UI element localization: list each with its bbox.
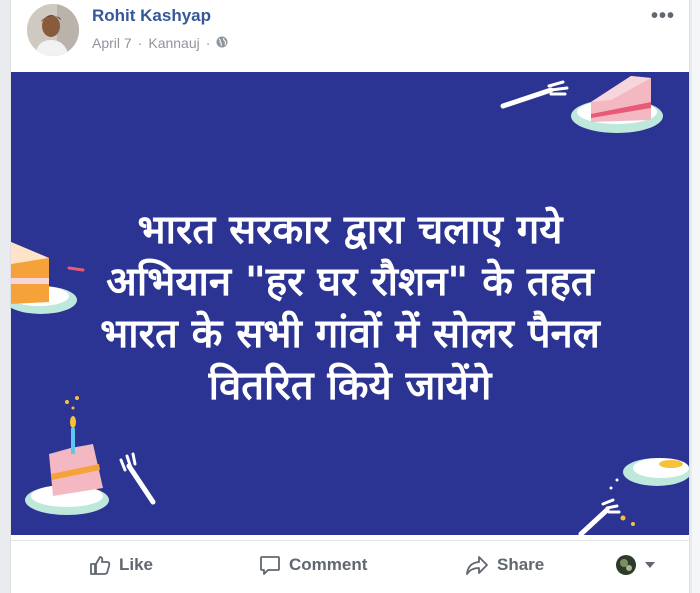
fork-bottom-left: [119, 452, 156, 505]
post-actions-bar: Like Comment Share: [11, 540, 689, 589]
image-text: भारत सरकार द्वारा चलाए गये अभियान "हर घर…: [11, 204, 689, 412]
meta-separator-2: ·: [205, 35, 211, 51]
reaction-audience-selector[interactable]: [615, 550, 655, 580]
cake-slice-top-right: [571, 76, 663, 133]
more-options-button[interactable]: •••: [651, 5, 675, 28]
author-avatar[interactable]: [27, 4, 79, 56]
post-meta: April 7 · Kannauj ·: [92, 35, 228, 51]
fork-bottom-right: [578, 478, 635, 535]
page-avatar-icon: [615, 554, 637, 576]
like-button[interactable]: Like: [89, 550, 153, 580]
page-right-edge: [692, 0, 700, 593]
like-label: Like: [119, 555, 154, 574]
image-text-line: अभियान "हर घर रौशन" के तहत: [106, 259, 594, 305]
thumbs-up-icon: [89, 554, 111, 576]
comment-button[interactable]: Comment: [259, 550, 367, 580]
cake-with-candle: [25, 396, 109, 515]
share-label: Share: [497, 555, 545, 574]
fork-top: [500, 80, 569, 109]
image-text-line: भारत सरकार द्वारा चलाए गये: [137, 207, 563, 253]
comment-icon: [259, 554, 281, 576]
image-text-line: भारत के सभी गांवों में सोलर पैनल: [100, 311, 600, 357]
image-text-line: वितरित किये जायेंगे: [208, 363, 492, 409]
plate-bottom-right: [623, 458, 689, 486]
post-date[interactable]: April 7: [92, 35, 132, 51]
share-arrow-icon: [465, 554, 489, 576]
comment-label: Comment: [289, 555, 368, 574]
chevron-down-icon: [645, 561, 655, 569]
post-header: Rohit Kashyap April 7 · Kannauj · •••: [11, 0, 689, 70]
post-location[interactable]: Kannauj: [148, 35, 199, 51]
globe-icon[interactable]: [216, 35, 228, 51]
post-card: Rohit Kashyap April 7 · Kannauj · ••• भा…: [10, 0, 690, 593]
post-image[interactable]: भारत सरकार द्वारा चलाए गये अभियान "हर घर…: [11, 72, 689, 535]
meta-separator: ·: [137, 35, 143, 51]
share-button[interactable]: Share: [465, 550, 544, 580]
author-name[interactable]: Rohit Kashyap: [92, 6, 211, 26]
